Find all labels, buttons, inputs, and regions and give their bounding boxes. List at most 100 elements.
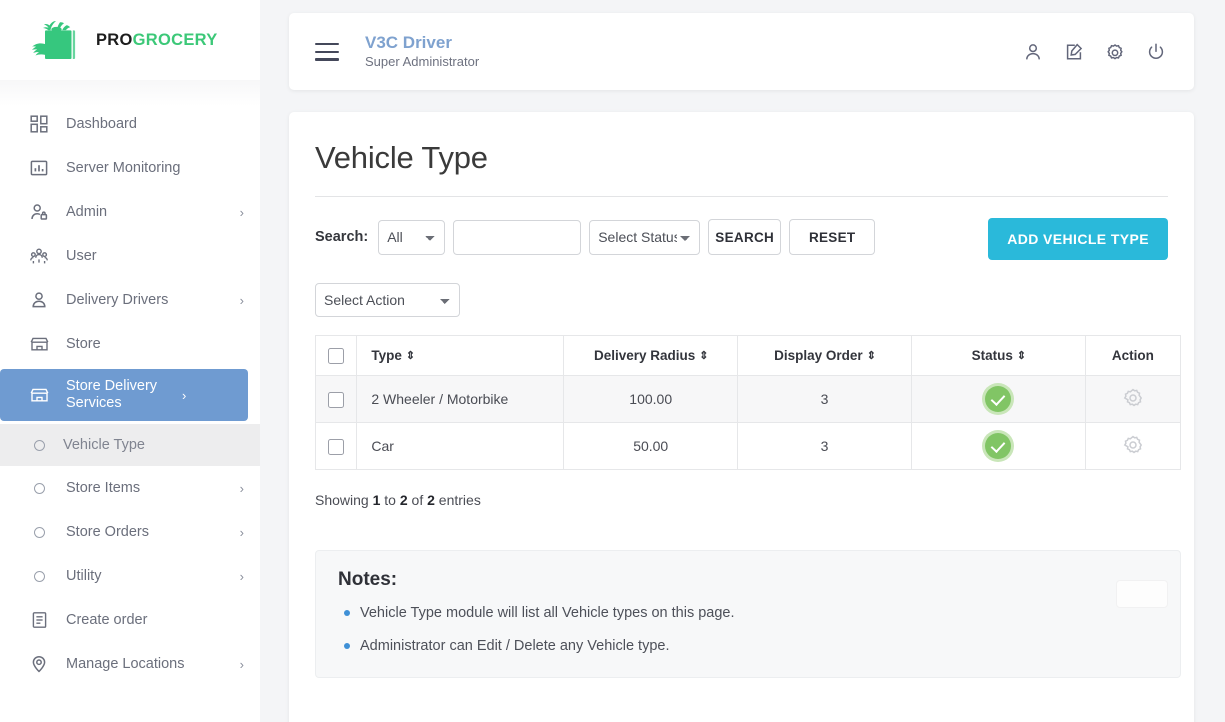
gear-icon[interactable] [1122,434,1144,459]
settings-gear-icon[interactable] [1105,42,1125,62]
sidebar-item-store[interactable]: Store [0,322,260,366]
header-brand-block: V3C Driver Super Administrator [365,32,1023,71]
column-header-status[interactable]: Status ⇕ [910,335,1086,376]
search-button[interactable]: SEARCH [708,219,782,255]
table-body: 2 Wheeler / Motorbike 100.00 3 Car 50.00… [314,375,1182,470]
sidebar-item-dashboard[interactable]: Dashboard [0,102,260,146]
table-header-row: Type ⇕ Delivery Radius ⇕ Display Order ⇕ St… [314,335,1182,376]
sidebar-item-label: Create order [66,611,148,628]
chevron-right-icon: › [239,292,244,308]
sort-icon[interactable]: ⇕ [867,351,876,362]
table-entries-summary: Showing 1 to 2 of 2 entries [315,492,1168,508]
user-lock-icon [28,201,50,223]
document-icon [28,609,50,631]
sidebar-item-label: User [66,247,97,264]
sort-icon[interactable]: ⇕ [1017,351,1026,362]
search-input[interactable] [453,219,582,255]
brand-name-pro: PRO [96,30,133,49]
grocery-bag-icon [30,17,86,63]
search-toolbar: Search: All Select Status SEARCH RESET A… [315,218,1168,260]
sort-icon[interactable]: ⇕ [406,351,415,362]
table-head: Type ⇕ Delivery Radius ⇕ Display Order ⇕ St… [314,335,1182,376]
grid-dashboard-icon [28,113,50,135]
circle-icon [28,434,50,456]
sidebar-item-store-delivery-services[interactable]: Store Delivery Services › [0,369,248,421]
notes-title: Notes: [338,569,398,590]
sidebar-item-label: Store Delivery Services [66,378,158,411]
cell-status [910,422,1086,470]
add-vehicle-type-button[interactable]: ADD VEHICLE TYPE [988,218,1168,260]
notes-list: Vehicle Type module will list all Vehicl… [338,603,1158,657]
circle-icon [28,477,50,499]
cell-display-order: 3 [737,422,912,470]
showing-to: 2 [399,492,408,508]
row-checkbox[interactable] [328,391,345,408]
notes-panel: Notes: Vehicle Type module will list all… [315,550,1181,679]
title-divider [315,196,1168,197]
search-label: Search: [315,229,369,245]
sidebar-item-label: Store Orders [66,523,149,540]
sidebar-item-vehicle-type[interactable]: Vehicle Type [0,424,260,466]
column-label-status: Status [971,348,1013,363]
row-checkbox[interactable] [328,438,345,455]
brand-name-grocery: GROCERY [132,30,218,49]
cell-action [1084,375,1182,423]
row-select-cell [314,375,358,423]
list-item: Vehicle Type module will list all Vehicl… [338,603,1158,624]
select-all-checkbox[interactable] [328,347,345,364]
sidebar-item-label: Manage Locations [66,655,185,672]
column-label-delivery-radius: Delivery Radius [593,348,696,363]
hamburger-icon[interactable] [315,42,339,61]
sidebar-item-store-items[interactable]: Store Items › [0,466,260,510]
main-region: V3C Driver Super Administrator Vehicle T… [260,0,1225,722]
table-row[interactable]: Car 50.00 3 [314,422,1182,470]
sort-icon[interactable]: ⇕ [699,351,708,362]
edit-document-icon[interactable] [1064,42,1084,62]
cell-status [910,375,1086,423]
sidebar-item-manage-locations[interactable]: Manage Locations › [0,642,260,686]
sidebar-item-label: Delivery Drivers [66,291,169,308]
sidebar-item-server-monitoring[interactable]: Server Monitoring [0,146,260,190]
chevron-right-icon: › [239,204,244,220]
column-header-delivery-radius[interactable]: Delivery Radius ⇕ [563,335,739,376]
cell-delivery-radius: 50.00 [563,422,739,470]
list-item: Administrator can Edit / Delete any Vehi… [338,636,1158,657]
column-label-display-order: Display Order [774,348,863,363]
sidebar-item-label: Utility [66,567,102,584]
search-field-select[interactable]: All [378,219,446,255]
bulk-action-select[interactable]: Select Action [315,283,460,317]
sidebar-item-admin[interactable]: Admin › [0,190,260,234]
status-active-check-icon[interactable] [985,386,1012,412]
sidebar-item-user[interactable]: User [0,234,260,278]
column-header-type[interactable]: Type ⇕ [356,335,565,376]
cell-delivery-radius: 100.00 [563,375,739,423]
status-select[interactable]: Select Status [589,219,701,255]
chevron-right-icon: › [239,480,244,496]
chevron-right-icon: › [239,656,244,672]
sidebar: PROGROCERY Dashboard Server Monitoring A… [0,0,260,722]
circle-icon [28,521,50,543]
power-logout-icon[interactable] [1146,42,1166,62]
store-icon [28,384,50,406]
sidebar-item-label: Server Monitoring [66,159,181,176]
profile-icon[interactable] [1023,42,1043,62]
column-header-display-order[interactable]: Display Order ⇕ [737,335,912,376]
sidebar-item-create-order[interactable]: Create order [0,598,260,642]
showing-prefix: Showing [315,492,373,508]
table-row[interactable]: 2 Wheeler / Motorbike 100.00 3 [314,375,1182,423]
column-label-action: Action [1111,348,1154,363]
reset-button[interactable]: RESET [789,219,876,255]
sidebar-item-utility[interactable]: Utility › [0,554,260,598]
cell-type: Car [356,422,565,470]
sidebar-nav: Dashboard Server Monitoring Admin › User… [0,80,260,686]
sidebar-item-store-orders[interactable]: Store Orders › [0,510,260,554]
sidebar-item-delivery-drivers[interactable]: Delivery Drivers › [0,278,260,322]
user-icon [28,289,50,311]
gear-icon[interactable] [1122,387,1144,412]
header-icon-group [1023,42,1166,62]
status-active-check-icon[interactable] [985,433,1012,459]
brand-logo[interactable]: PROGROCERY [0,0,260,80]
sidebar-item-label: Admin [66,203,108,220]
column-header-action: Action [1084,335,1182,376]
store-icon [28,333,50,355]
